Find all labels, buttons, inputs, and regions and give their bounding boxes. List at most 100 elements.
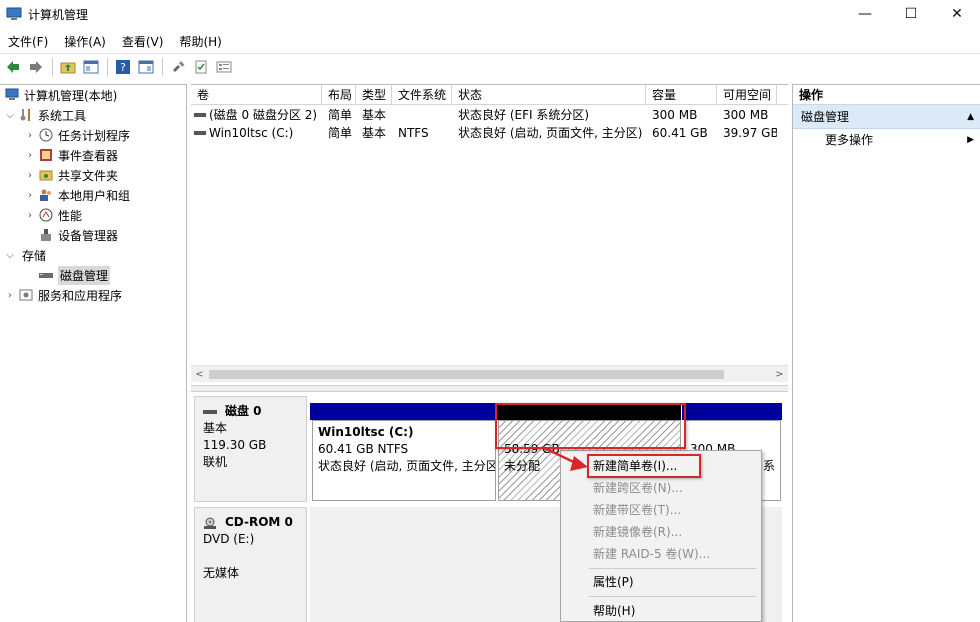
toolbar-separator (52, 57, 53, 76)
volume-status: 状态良好 (启动, 页面文件, 主分区) (458, 126, 643, 140)
more-actions-item[interactable]: 更多操作 ▶ (793, 129, 980, 151)
chevron-right-icon[interactable]: › (24, 130, 36, 141)
disk-0-label[interactable]: 磁盘 0 基本 119.30 GB 联机 (194, 396, 307, 502)
scroll-left-icon[interactable]: < (191, 366, 208, 383)
console-tree-icon (83, 60, 99, 73)
tree-item-performance[interactable]: › 性能 (24, 205, 82, 225)
volume-name: Win10ltsc (C:) (209, 126, 294, 140)
menu-view[interactable]: 查看(V) (114, 33, 172, 50)
volume-status: 状态良好 (EFI 系统分区) (458, 108, 590, 122)
chevron-right-icon[interactable]: › (24, 190, 36, 201)
tree-label: 共享文件夹 (58, 168, 119, 183)
chevron-down-icon[interactable]: ⌵ (4, 110, 16, 121)
scroll-right-icon[interactable]: > (771, 366, 788, 383)
tree-label: 系统工具 (38, 108, 87, 123)
pane-splitter[interactable] (191, 385, 788, 392)
actions-header: 操作 (793, 85, 980, 105)
device-manager-icon (38, 227, 54, 243)
computer-icon (4, 87, 20, 103)
menu-separator (589, 596, 757, 597)
actions-pane: 操作 磁盘管理 ▲ 更多操作 ▶ (792, 84, 980, 622)
table-row[interactable]: (磁盘 0 磁盘分区 2) 简单 基本 状态良好 (EFI 系统分区) 300 … (191, 106, 788, 124)
tree-label: 任务计划程序 (58, 128, 131, 143)
column-filesystem[interactable]: 文件系统 (392, 85, 452, 105)
chevron-right-icon[interactable]: › (4, 290, 16, 301)
menu-properties[interactable]: 属性(P) (561, 571, 761, 593)
tree-item-storage[interactable]: ⌵ 存储 (4, 245, 46, 265)
tree-label: 事件查看器 (58, 148, 119, 163)
column-volume[interactable]: 卷 (191, 85, 322, 105)
tree-item-disk-management[interactable]: 磁盘管理 (24, 265, 111, 285)
disk-icon (203, 409, 217, 414)
performance-icon (38, 207, 54, 223)
column-free-space[interactable]: 可用空间 (717, 85, 777, 105)
scrollbar-thumb[interactable] (209, 370, 724, 379)
volume-filesystem: NTFS (398, 126, 429, 140)
tree-item-services-apps[interactable]: › 服务和应用程序 (4, 285, 122, 305)
volume-type: 基本 (362, 126, 387, 140)
menu-file[interactable]: 文件(F) (0, 33, 56, 50)
tools-icon (18, 107, 34, 123)
forward-button[interactable] (25, 56, 47, 78)
red-arrow-icon (541, 445, 588, 471)
help-button[interactable]: ? (112, 56, 134, 78)
disk-type: 基本 (203, 421, 228, 435)
volume-icon (194, 131, 206, 135)
horizontal-scrollbar[interactable]: < > (191, 365, 788, 382)
tree-item-root[interactable]: 计算机管理(本地) (2, 85, 117, 105)
volume-filesystem (392, 106, 452, 124)
table-row[interactable]: Win10ltsc (C:) 简单 基本 NTFS 状态良好 (启动, 页面文件… (191, 124, 788, 142)
menu-new-mirrored-volume[interactable]: 新建镜像卷(R)... (561, 521, 761, 543)
chevron-right-icon[interactable]: › (24, 170, 36, 181)
plug-icon (173, 60, 185, 72)
tree-label: 存储 (22, 248, 47, 263)
tree-item-shared-folders[interactable]: › 共享文件夹 (24, 165, 118, 185)
volume-layout: 简单 (328, 126, 353, 140)
menu-separator (589, 568, 757, 569)
menu-new-raid5-volume[interactable]: 新建 RAID-5 卷(W)... (561, 543, 761, 565)
properties-button[interactable] (213, 56, 235, 78)
close-button[interactable]: ✕ (934, 0, 980, 28)
services-icon (18, 287, 34, 303)
menu-new-spanned-volume[interactable]: 新建跨区卷(N)... (561, 477, 761, 499)
chevron-down-icon[interactable]: ⌵ (4, 250, 16, 261)
menu-new-striped-volume[interactable]: 新建带区卷(T)... (561, 499, 761, 521)
show-hide-action-pane-button[interactable] (135, 56, 157, 78)
column-type[interactable]: 类型 (356, 85, 392, 105)
tree-item-local-users[interactable]: › 本地用户和组 (24, 185, 130, 205)
up-folder-button[interactable] (57, 56, 79, 78)
chevron-right-icon[interactable]: › (24, 210, 36, 221)
efi-partition-bar (682, 403, 782, 420)
folder-up-icon (60, 62, 76, 73)
tree-item-event-viewer[interactable]: › 事件查看器 (24, 145, 118, 165)
back-arrow-icon (7, 60, 19, 73)
actions-section-disk-management[interactable]: 磁盘管理 ▲ (793, 105, 980, 129)
volume-capacity: 60.41 GB (652, 126, 708, 140)
menu-help-item[interactable]: 帮助(H) (561, 600, 761, 622)
connect-button[interactable] (167, 56, 189, 78)
checklist-button[interactable] (190, 56, 212, 78)
more-actions-label: 更多操作 (825, 133, 874, 147)
column-layout[interactable]: 布局 (322, 85, 356, 105)
tree-item-system-tools[interactable]: ⌵ 系统工具 (4, 105, 86, 125)
column-capacity[interactable]: 容量 (646, 85, 717, 105)
column-status[interactable]: 状态 (452, 85, 646, 105)
partition-c[interactable]: Win10ltsc (C:) 60.41 GB NTFS 状态良好 (启动, 页… (312, 420, 496, 501)
partition-size: 60.41 GB NTFS (318, 442, 409, 456)
toolbar-separator (107, 57, 108, 76)
menu-help[interactable]: 帮助(H) (171, 33, 229, 50)
tree-item-task-scheduler[interactable]: › 任务计划程序 (24, 125, 130, 145)
maximize-button[interactable]: ☐ (888, 0, 934, 28)
tree-label: 服务和应用程序 (38, 288, 123, 303)
menu-action[interactable]: 操作(A) (56, 33, 114, 50)
volume-type: 基本 (362, 108, 387, 122)
tree-item-device-manager[interactable]: 设备管理器 (24, 225, 118, 245)
back-button[interactable] (2, 56, 24, 78)
cd-drive-icon (204, 517, 216, 529)
minimize-button[interactable]: — (842, 0, 888, 28)
cdrom-label[interactable]: CD-ROM 0 DVD (E:) 无媒体 (194, 507, 307, 622)
properties-icon (216, 61, 232, 72)
chevron-right-icon[interactable]: › (24, 150, 36, 161)
collapse-arrow-icon[interactable]: ▲ (967, 105, 974, 129)
show-hide-tree-button[interactable] (80, 56, 102, 78)
